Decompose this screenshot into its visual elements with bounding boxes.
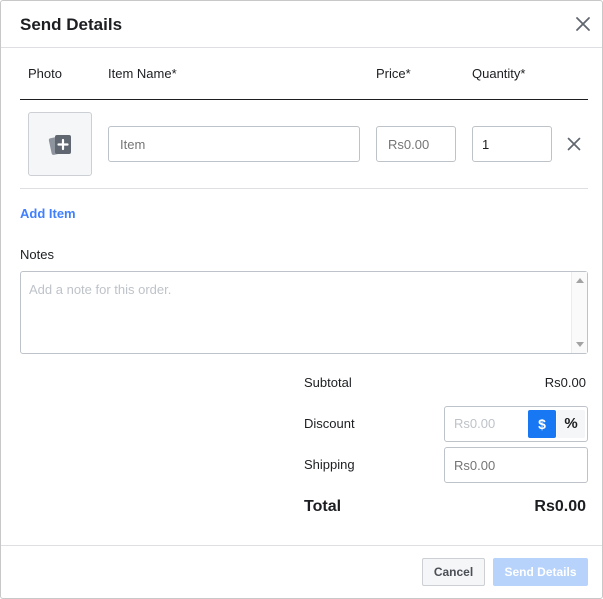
- header-divider: [20, 99, 588, 100]
- shipping-label: Shipping: [304, 457, 355, 472]
- scroll-down-icon[interactable]: [576, 342, 584, 347]
- close-icon[interactable]: [573, 14, 593, 34]
- notes-textarea[interactable]: Add a note for this order.: [20, 271, 588, 354]
- add-photo-icon: [48, 135, 71, 155]
- discount-field[interactable]: Rs0.00 $ %: [444, 406, 588, 442]
- column-header-photo: Photo: [28, 66, 62, 81]
- item-row-divider: [20, 188, 588, 189]
- remove-item-icon[interactable]: [565, 135, 583, 153]
- column-header-item-name: Item Name*: [108, 66, 177, 81]
- discount-dollar-toggle[interactable]: $: [528, 410, 556, 438]
- discount-percent-toggle[interactable]: %: [557, 410, 585, 438]
- item-name-input[interactable]: [108, 126, 360, 162]
- add-item-link[interactable]: Add Item: [20, 206, 76, 221]
- subtotal-label: Subtotal: [304, 375, 352, 390]
- total-label: Total: [304, 498, 342, 515]
- scroll-up-icon[interactable]: [576, 278, 584, 283]
- cancel-button[interactable]: Cancel: [422, 558, 485, 586]
- send-details-button[interactable]: Send Details: [493, 558, 588, 586]
- send-details-dialog: Send Details Photo Item Name* Price* Qua…: [0, 0, 603, 599]
- quantity-input[interactable]: [472, 126, 552, 162]
- column-header-quantity: Quantity*: [472, 66, 526, 81]
- price-input[interactable]: [376, 126, 456, 162]
- subtotal-value: Rs0.00: [544, 375, 586, 390]
- notes-scrollbar[interactable]: [571, 272, 587, 353]
- discount-label: Discount: [304, 416, 355, 431]
- discount-placeholder: Rs0.00: [454, 416, 496, 431]
- shipping-input[interactable]: [444, 447, 588, 483]
- notes-label: Notes: [20, 247, 54, 262]
- add-photo-button[interactable]: [28, 112, 92, 176]
- dialog-title: Send Details: [20, 15, 123, 34]
- notes-placeholder: Add a note for this order.: [29, 282, 172, 297]
- footer-divider: [1, 545, 602, 546]
- column-header-price: Price*: [376, 66, 411, 81]
- dialog-header: Send Details: [1, 1, 602, 48]
- total-value: Rs0.00: [534, 498, 586, 515]
